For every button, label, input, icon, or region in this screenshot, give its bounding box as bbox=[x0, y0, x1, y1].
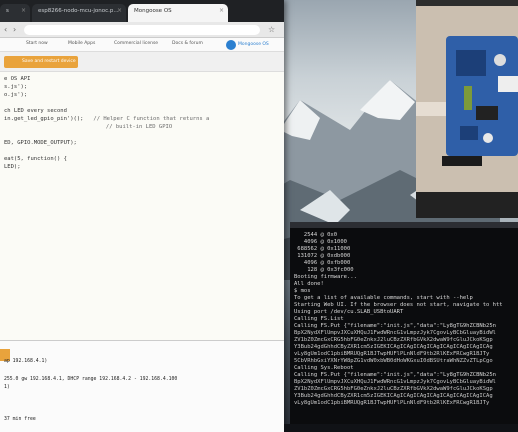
browser-window: s × esp8266-nodo-mcu-jonoc.p... × Mongoo… bbox=[0, 0, 284, 432]
code-line: e OS API bbox=[4, 76, 31, 82]
brand-name: Mongoose OS bbox=[238, 42, 269, 47]
terminal-line: 688562 @ 0x11000 bbox=[294, 246, 351, 252]
terminal-line: ZV1bZ0ZmcGxCRG5hbFG0eZnkxJ2luCBzZXRfbGVk… bbox=[294, 386, 493, 392]
terminal-line: Calling FS.Put {"filename":"init.js","da… bbox=[294, 372, 496, 378]
terminal-line: 128 @ 0x3fc000 bbox=[294, 267, 354, 273]
terminal-line: Using port /dev/cu.SLAB_USBtoUART bbox=[294, 309, 404, 315]
browser-tab-bar: s × esp8266-nodo-mcu-jonoc.p... × Mongoo… bbox=[0, 0, 284, 22]
browser-tab-active[interactable]: Mongoose OS × bbox=[128, 4, 228, 22]
code-editor[interactable]: e OS API s.js'); o.js'); ch LED every se… bbox=[0, 72, 284, 340]
terminal-line: Y3Bub24gdGhhdCByZXR1cm5zIGEKICAgICAgICAg… bbox=[294, 393, 493, 399]
terminal-line: 4096 @ 0x1000 bbox=[294, 239, 347, 245]
log-line: 1) bbox=[4, 385, 10, 390]
terminal-line: To get a list of available commands, sta… bbox=[294, 295, 473, 301]
terminal-line: BpX2NydXFlUmpvJXCuXHQuJ1FwdWRncG1vLmpzJy… bbox=[294, 330, 496, 336]
terminal-line: Booting firmware... bbox=[294, 274, 357, 280]
site-nav-bar: Start now Mobile Apps Commercial license… bbox=[0, 38, 284, 52]
terminal-line: 131072 @ 0xdb000 bbox=[294, 253, 351, 259]
tab-label: s bbox=[6, 8, 9, 14]
close-tab-icon[interactable]: × bbox=[219, 7, 224, 14]
back-arrow-icon[interactable]: ‹ bbox=[4, 25, 7, 34]
terminal-line: Y3Bub24gdGhhdCByZXR1cm5zIGEKICAgICAgICAg… bbox=[294, 344, 493, 350]
device-log-panel: ap 192.168.4.1) 255.0 gw 192.168.4.1, DH… bbox=[0, 340, 284, 432]
log-line: ap 192.168.4.1) bbox=[4, 359, 48, 364]
terminal-line: All done! bbox=[294, 281, 324, 287]
nav-link[interactable]: Docs & forum bbox=[172, 41, 203, 46]
star-icon[interactable]: ☆ bbox=[268, 25, 275, 34]
brand-logo-icon bbox=[226, 40, 236, 50]
camera-window bbox=[416, 0, 518, 218]
close-tab-icon[interactable]: × bbox=[117, 7, 122, 14]
log-line: 37 min free bbox=[4, 417, 36, 422]
camera-controls-bar bbox=[416, 192, 518, 218]
browser-tab[interactable]: esp8266-nodo-mcu-jonoc.p... × bbox=[32, 4, 126, 22]
terminal-line: vLy8gUm1odC1pbiBMRUQgR1BJTwpHUFlPLnNldF9… bbox=[294, 351, 490, 357]
code-line: ED, GPIO.MODE_OUTPUT); bbox=[4, 140, 77, 146]
dev-board-photo bbox=[416, 6, 518, 192]
terminal-line: 4096 @ 0xfb000 bbox=[294, 260, 351, 266]
terminal-line: Calling FS.Put {"filename":"init.js","da… bbox=[294, 323, 496, 329]
close-tab-icon[interactable]: × bbox=[21, 7, 26, 14]
url-input[interactable] bbox=[24, 25, 260, 35]
terminal-line: 5CbVRhbGxiYXNrYW8pZG1vdW0xbWB0dHoWKGxuI0… bbox=[294, 358, 493, 364]
code-line: LED); bbox=[4, 164, 21, 170]
terminal-line: 2544 @ 0x0 bbox=[294, 232, 338, 238]
terminal-line: Calling Sys.Reboot bbox=[294, 365, 354, 371]
terminal-window[interactable]: 2544 @ 0x0 4096 @ 0x1000 688562 @ 0x1100… bbox=[290, 222, 518, 424]
terminal-line: BpX2NydXFlUmpvJXCuXHQuJ1FwdWRncG1vLmpzJy… bbox=[294, 379, 496, 385]
browser-tab[interactable]: s × bbox=[0, 4, 30, 22]
tab-label: Mongoose OS bbox=[134, 8, 172, 14]
code-line: ch LED every second bbox=[4, 108, 67, 114]
code-line: s.js'); bbox=[4, 84, 28, 90]
video-progress-bar[interactable] bbox=[284, 424, 518, 432]
code-line: o.js'); bbox=[4, 92, 28, 98]
address-bar: ‹ › ☆ bbox=[0, 22, 284, 38]
terminal-line: Calling FS.List bbox=[294, 316, 344, 322]
terminal-line: vLy8gUm1odC1pbiBMRUQgR1BJTwpHUFlPLnNldF9… bbox=[294, 400, 490, 406]
code-line: // built-in LED GPIO bbox=[96, 124, 173, 130]
editor-toolbar: Save and restart device bbox=[0, 52, 284, 72]
terminal-line: $ mos bbox=[294, 288, 311, 294]
nav-link[interactable]: Mobile Apps bbox=[68, 41, 95, 46]
terminal-line: ZV1bZ0ZmcGxCRG5hbFG0eZnkxJ2luCBzZXRfbGVk… bbox=[294, 337, 493, 343]
code-line: eat(5, function() { bbox=[4, 156, 67, 162]
nav-link[interactable]: Start now bbox=[26, 41, 48, 46]
nav-link[interactable]: Commercial license bbox=[114, 41, 158, 46]
log-line: 255.0 gw 192.168.4.1, DHCP range 192.168… bbox=[4, 377, 178, 382]
forward-arrow-icon[interactable]: › bbox=[13, 25, 16, 34]
save-and-restart-button[interactable]: Save and restart device bbox=[4, 56, 78, 68]
terminal-line: Starting Web UI. If the browser does not… bbox=[294, 302, 503, 308]
camera-feed-image bbox=[416, 6, 518, 192]
tab-label: esp8266-nodo-mcu-jonoc.p... bbox=[38, 8, 119, 14]
code-line: in.get_led_gpio_pin')(); // Helper C fun… bbox=[4, 116, 210, 122]
